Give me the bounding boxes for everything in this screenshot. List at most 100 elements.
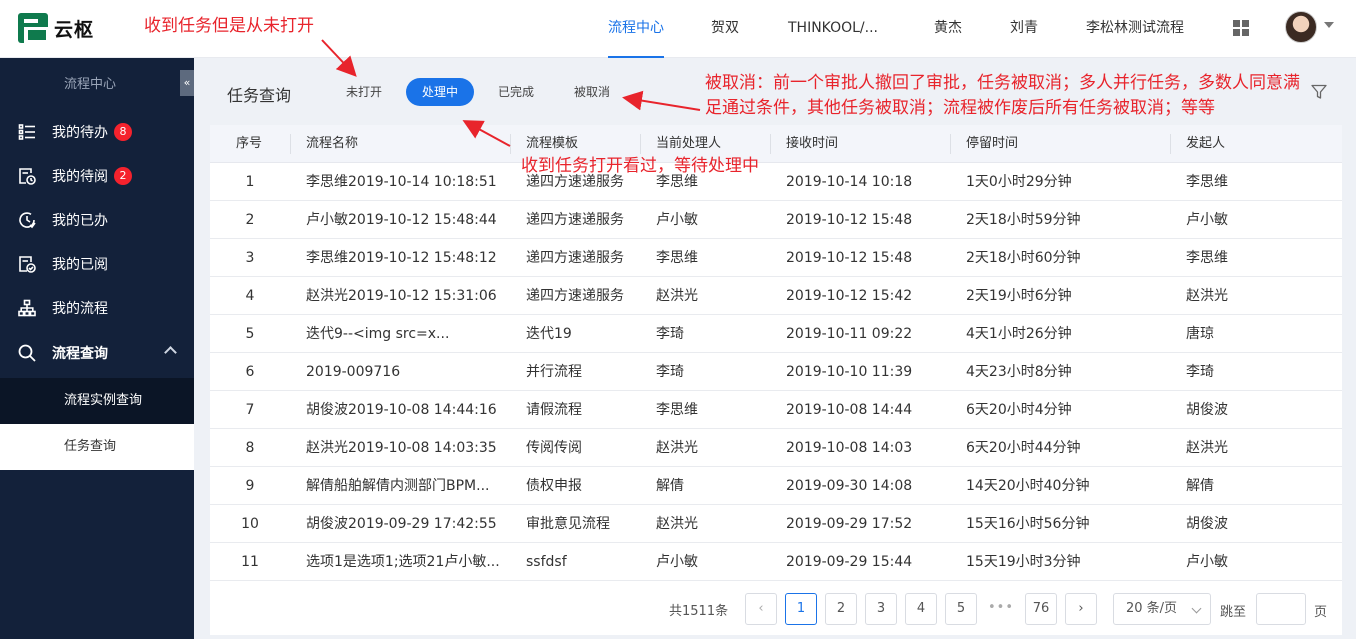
sidebar-item-flow-query[interactable]: 流程查询 [0,331,194,375]
avatar[interactable] [1285,11,1317,43]
cell-flow-name[interactable]: 迭代9--<img src=x... [306,315,506,353]
page-button-4[interactable]: 4 [905,593,937,625]
sidebar-item-label: 我的已办 [52,213,108,229]
cell-template: 审批意见流程 [526,516,610,532]
document-clock-icon [18,167,36,185]
cell-flow-name[interactable]: 卢小敏2019-10-12 15:48:44 [306,201,506,239]
page-button-3[interactable]: 3 [865,593,897,625]
cell-duration: 15天16小时56分钟 [966,516,1090,532]
total-count: 共1511条 [669,604,729,619]
annotation-cancelled: 被取消：前一个审批人撤回了审批，任务被取消；多人并行任务，多数人同意满足通过条件… [705,73,1300,118]
cell-flow-name[interactable]: 选项1是选项1;选项21卢小敏... [306,543,506,581]
page-button-2[interactable]: 2 [825,593,857,625]
cell-initiator: 胡俊波 [1186,516,1228,532]
page-button-5[interactable]: 5 [945,593,977,625]
next-page-button[interactable]: › [1065,593,1097,625]
column-divider [1170,134,1171,154]
cell-flow-name[interactable]: 李思维2019-10-12 15:48:12 [306,239,506,277]
table-row[interactable]: 4 赵洪光2019-10-12 15:31:06 递四方速递服务 赵洪光 2019-10… [210,277,1342,315]
tab-cancelled[interactable]: 被取消 [564,78,620,106]
cell-handler: 李琦 [656,364,684,380]
table-row[interactable]: 5 迭代9--<img src=x... 迭代19 李琦 2019-10-11 09:2… [210,315,1342,353]
apps-grid-icon[interactable] [1233,20,1249,36]
nav-lisonglin-test[interactable]: 李松林测试流程 [1086,0,1184,58]
cell-flow-name[interactable]: 赵洪光2019-10-08 14:03:35 [306,429,506,467]
cell-template: 迭代19 [526,326,572,342]
cell-handler: 卢小敏 [656,554,698,570]
sidebar-item-my-flows[interactable]: 我的流程 [0,286,194,330]
table-row[interactable]: 10 胡俊波2019-09-29 17:42:55 审批意见流程 赵洪光 2019-09… [210,505,1342,543]
cell-flow-name[interactable]: 解倩船舶解倩内测部门BPM... [306,467,506,505]
app-name: 云枢 [54,18,95,41]
sidebar-item-label: 我的已阅 [52,257,108,273]
cell-initiator: 赵洪光 [1186,288,1228,304]
prev-page-button[interactable]: ‹ [745,593,777,625]
jump-page-input[interactable] [1256,593,1306,625]
sidebar-sub-item-instance-query[interactable]: 流程实例查询 [0,378,194,424]
collapse-icon[interactable]: « [180,70,194,96]
table-row[interactable]: 7 胡俊波2019-10-08 14:44:16 请假流程 李思维 2019-10-08… [210,391,1342,429]
nav-liuqing[interactable]: 刘青 [1010,0,1038,58]
column-divider [770,134,771,154]
cell-handler: 赵洪光 [656,288,698,304]
table-row[interactable]: 3 李思维2019-10-12 15:48:12 递四方速递服务 李思维 2019-10… [210,239,1342,277]
cell-flow-name[interactable]: 赵洪光2019-10-12 15:31:06 [306,277,506,315]
document-check-icon [18,255,36,273]
sidebar-item-done[interactable]: 我的已办 [0,198,194,242]
nav-thinkool[interactable]: THINKOOL/... [788,0,878,58]
sidebar-item-label: 我的待阅 [52,169,108,185]
tab-completed[interactable]: 已完成 [488,78,544,106]
column-divider [510,134,511,154]
page-size-select[interactable]: 20 条/页 [1113,593,1211,625]
cell-template: ssfdsf [526,554,567,570]
cell-flow-name[interactable]: 2019-009716 [306,353,506,391]
column-header-flow-name: 流程名称 [306,136,359,151]
table-row[interactable]: 9 解倩船舶解倩内测部门BPM... 债权申报 解倩 2019-09-30 14:08 1… [210,467,1342,505]
logo-icon [18,13,49,43]
column-divider [290,134,291,154]
org-chart-icon [18,299,36,317]
column-header-duration: 停留时间 [966,136,1019,151]
tab-unopened[interactable]: 未打开 [336,78,392,106]
table-row[interactable]: 1 李思维2019-10-14 10:18:51 递四方速递服务 李思维 2019-10… [210,163,1342,201]
cell-duration: 2天18小时60分钟 [966,250,1081,266]
cell-flow-name[interactable]: 胡俊波2019-09-29 17:42:55 [306,505,506,543]
page-suffix-label: 页 [1314,605,1328,620]
caret-down-icon[interactable] [1324,22,1334,28]
page-ellipsis[interactable]: ••• [988,600,1014,615]
table-row[interactable]: 8 赵洪光2019-10-08 14:03:35 传阅传阅 赵洪光 2019-10-08… [210,429,1342,467]
cell-flow-name[interactable]: 李思维2019-10-14 10:18:51 [306,163,506,201]
cell-initiator: 卢小敏 [1186,554,1228,570]
sidebar-item-to-read[interactable]: 我的待阅 2 [0,154,194,198]
sidebar-item-todo[interactable]: 我的待办 8 [0,110,194,154]
cell-received: 2019-10-12 15:42 [786,288,913,304]
page-title: 任务查询 [227,86,292,105]
chevron-up-icon[interactable] [164,346,177,359]
column-divider [950,134,951,154]
cell-flow-name[interactable]: 胡俊波2019-10-08 14:44:16 [306,391,506,429]
cell-handler: 赵洪光 [656,440,698,456]
sidebar-sub-item-task-query[interactable]: 任务查询 [0,424,194,470]
cell-duration: 4天1小时26分钟 [966,326,1072,342]
cell-index: 9 [245,478,255,494]
table-row[interactable]: 2 卢小敏2019-10-12 15:48:44 递四方速递服务 卢小敏 2019-10… [210,201,1342,239]
table-row[interactable]: 11 选项1是选项1;选项21卢小敏... ssfdsf 卢小敏 2019-09-29 … [210,543,1342,581]
page-button-1[interactable]: 1 [785,593,817,625]
cell-template: 并行流程 [526,364,582,380]
nav-flow-center[interactable]: 流程中心 [608,0,664,58]
tab-processing[interactable]: 处理中 [406,78,474,106]
table-row[interactable]: 6 2019-009716 并行流程 李琦 2019-10-10 11:39 4天23小时… [210,353,1342,391]
column-header-index: 序号 [236,136,263,151]
cell-initiator: 唐琼 [1186,326,1214,342]
sidebar-item-label: 我的流程 [52,301,108,317]
cell-duration: 14天20小时40分钟 [966,478,1090,494]
cell-received: 2019-10-08 14:44 [786,402,913,418]
page-button-last[interactable]: 76 [1025,593,1057,625]
sidebar: 流程中心 « 我的待办 8 我的待阅 2 我的已办 我的已阅 我的流程 流程查询… [0,58,194,639]
nav-heshuang[interactable]: 贺双 [711,0,739,58]
nav-huangjie[interactable]: 黄杰 [934,0,962,58]
cell-received: 2019-09-29 15:44 [786,554,913,570]
app-logo[interactable]: 云枢 [18,13,94,43]
cell-index: 8 [245,440,255,456]
sidebar-item-read[interactable]: 我的已阅 [0,242,194,286]
